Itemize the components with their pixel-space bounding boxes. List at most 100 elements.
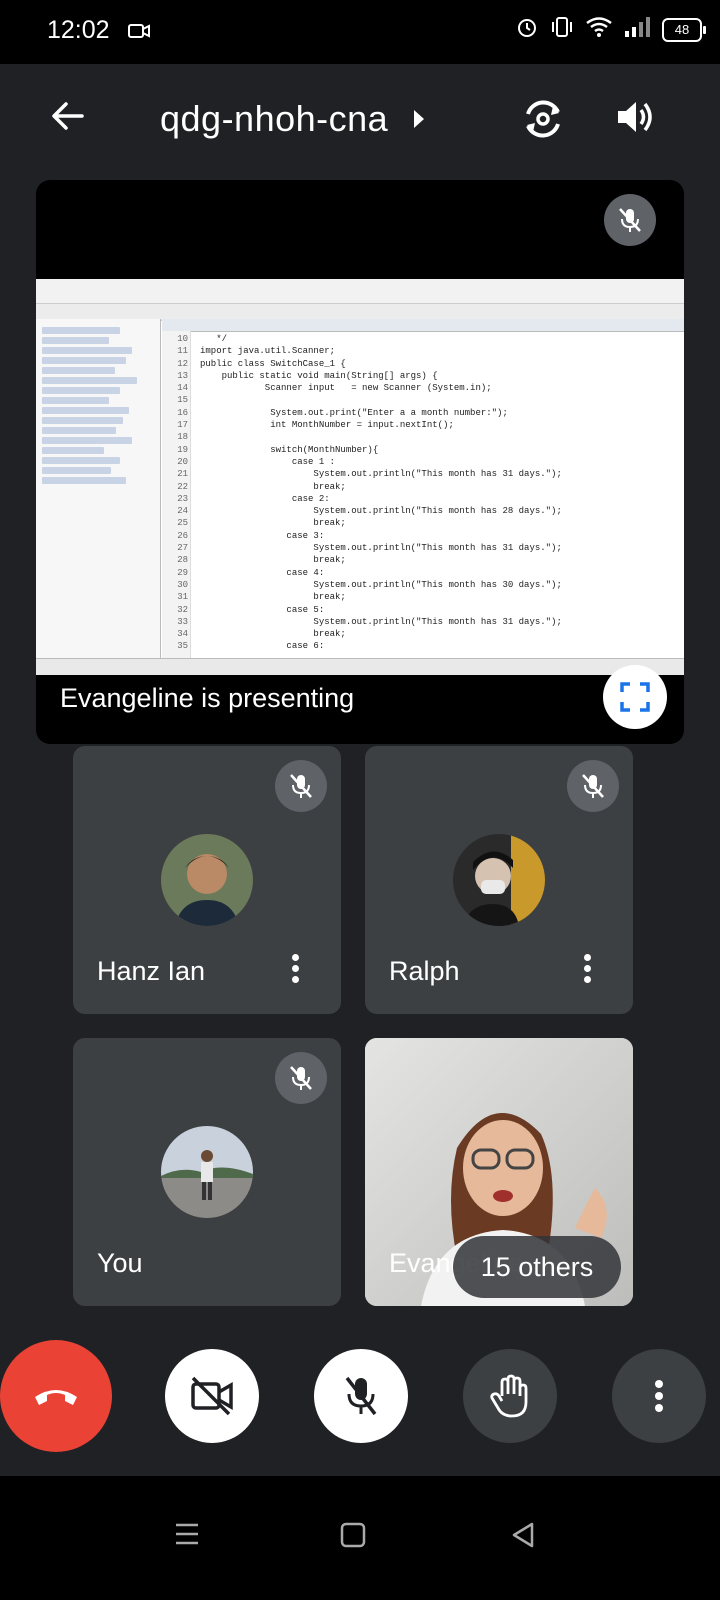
code-line: System.out.println("This month has 30 da… (200, 579, 562, 590)
code-line-number: 31 (177, 592, 188, 603)
call-controls (0, 1340, 720, 1460)
code-line: case 5: (200, 604, 325, 615)
code-line: case 1 : (200, 456, 336, 467)
ide-statusbar (36, 658, 684, 675)
participant-mute-indicator (567, 760, 619, 812)
code-line: case 3: (200, 530, 325, 541)
system-navbar (0, 1476, 720, 1600)
code-line: System.out.print("Enter a a month number… (200, 407, 508, 418)
alarm-icon (516, 16, 538, 43)
shared-screen: 10 11 12 13 14 15 16 17 18 19 20 21 22 23 24 25 26 27 28 29… (36, 279, 684, 675)
speaker-button[interactable] (614, 96, 656, 143)
ide-editor: 10 11 12 13 14 15 16 17 18 19 20 21 22 23 24 25 26 27 28 29… (162, 319, 684, 659)
participant-tile[interactable]: Hanz Ian (73, 746, 341, 1014)
status-time: 12:02 (47, 16, 110, 44)
ide-tabs (162, 319, 684, 332)
code-line-number: 22 (177, 481, 188, 492)
code-line: System.out.println("This month has 31 da… (200, 543, 562, 554)
avatar (161, 1126, 253, 1218)
more-options-icon (655, 1380, 663, 1412)
switch-camera-button[interactable] (520, 96, 566, 147)
code-line: break; (200, 481, 346, 492)
code-line-number: 15 (177, 395, 188, 406)
ide-project-tree (36, 319, 161, 659)
caret-right-icon[interactable] (412, 108, 426, 135)
camera-off-icon (191, 1376, 233, 1416)
participant-mute-indicator (275, 1052, 327, 1104)
code-line-number: 16 (177, 407, 188, 418)
back-button[interactable] (48, 96, 98, 146)
meeting-header: qdg-nhoh-cna (0, 64, 720, 176)
code-line-number: 19 (177, 444, 188, 455)
switch-camera-icon (526, 100, 560, 138)
code-content: */ import java.util.Scanner; public class … (200, 333, 684, 653)
code-line-number: 33 (177, 616, 188, 627)
presentation-card[interactable]: 10 11 12 13 14 15 16 17 18 19 20 21 22 23 24 25 26 27 28 29… (36, 180, 684, 744)
more-options-icon[interactable] (289, 950, 301, 986)
battery-icon: 48 (662, 17, 706, 42)
others-count-badge[interactable]: 15 others (453, 1236, 621, 1298)
code-line: break; (200, 518, 346, 529)
camera-toggle-button[interactable] (165, 1349, 259, 1443)
code-line-number: 13 (177, 370, 188, 381)
code-line: switch(MonthNumber){ (200, 444, 379, 455)
mic-off-icon (290, 1066, 312, 1090)
raise-hand-button[interactable] (463, 1349, 557, 1443)
code-line: case 4: (200, 567, 325, 578)
mic-off-icon (619, 208, 641, 232)
code-line: import java.util.Scanner; (200, 346, 336, 357)
line-numbers: 10 11 12 13 14 15 16 17 18 19 20 21 22 23 24 25 26 27 28 29… (164, 333, 188, 653)
arrow-back-icon (52, 102, 84, 130)
menu-icon[interactable] (174, 1522, 200, 1551)
code-line: System.out.println("This month has 31 da… (200, 616, 562, 627)
mic-off-icon (290, 774, 312, 798)
code-line-number: 32 (177, 604, 188, 615)
signal-icon (624, 17, 650, 42)
more-options-button[interactable] (612, 1349, 706, 1443)
status-bar: 12:02 48 (0, 0, 720, 64)
end-call-button[interactable] (0, 1340, 112, 1452)
participant-tile-video[interactable]: Evangeline 15 others (365, 1038, 633, 1306)
code-line-number: 27 (177, 543, 188, 554)
back-nav-icon[interactable] (510, 1522, 536, 1553)
code-line: break; (200, 592, 346, 603)
status-icons: 48 (516, 16, 706, 43)
wifi-icon (586, 17, 612, 42)
code-line-number: 17 (177, 420, 188, 431)
mic-off-icon (582, 774, 604, 798)
code-line-number: 11 (177, 346, 188, 357)
video-record-icon (128, 22, 150, 45)
mic-off-icon (345, 1376, 377, 1416)
participant-name: You (97, 1248, 143, 1278)
code-line: public class SwitchCase_1 { (200, 358, 346, 369)
meeting-code[interactable]: qdg-nhoh-cna (160, 98, 388, 140)
code-line-number: 10 (177, 334, 188, 344)
participant-name: Ralph (389, 956, 460, 986)
code-line: break; (200, 555, 346, 566)
code-line: System.out.println("This month has 28 da… (200, 506, 562, 517)
code-line: case 6: (200, 641, 325, 652)
code-line-number: 18 (177, 432, 188, 443)
presenter-mute-indicator (604, 194, 656, 246)
more-options-icon[interactable] (581, 950, 593, 986)
participant-tile-self[interactable]: You (73, 1038, 341, 1306)
mic-toggle-button[interactable] (314, 1349, 408, 1443)
speaker-icon (618, 102, 652, 132)
code-line-number: 34 (177, 629, 188, 640)
fullscreen-button[interactable] (603, 665, 667, 729)
code-line-number: 21 (177, 469, 188, 480)
code-line: public static void main(String[] args) { (200, 370, 438, 381)
code-line: case 2: (200, 493, 330, 504)
vibrate-icon (550, 16, 574, 43)
code-line-number: 35 (177, 641, 188, 652)
code-line: */ (200, 334, 228, 344)
end-call-icon (35, 1390, 77, 1405)
code-line-number: 25 (177, 518, 188, 529)
raise-hand-icon (490, 1374, 528, 1418)
home-icon[interactable] (340, 1522, 366, 1553)
presenting-label: Evangeline is presenting (60, 683, 355, 713)
participant-tile[interactable]: Ralph (365, 746, 633, 1014)
fullscreen-icon (620, 682, 650, 712)
